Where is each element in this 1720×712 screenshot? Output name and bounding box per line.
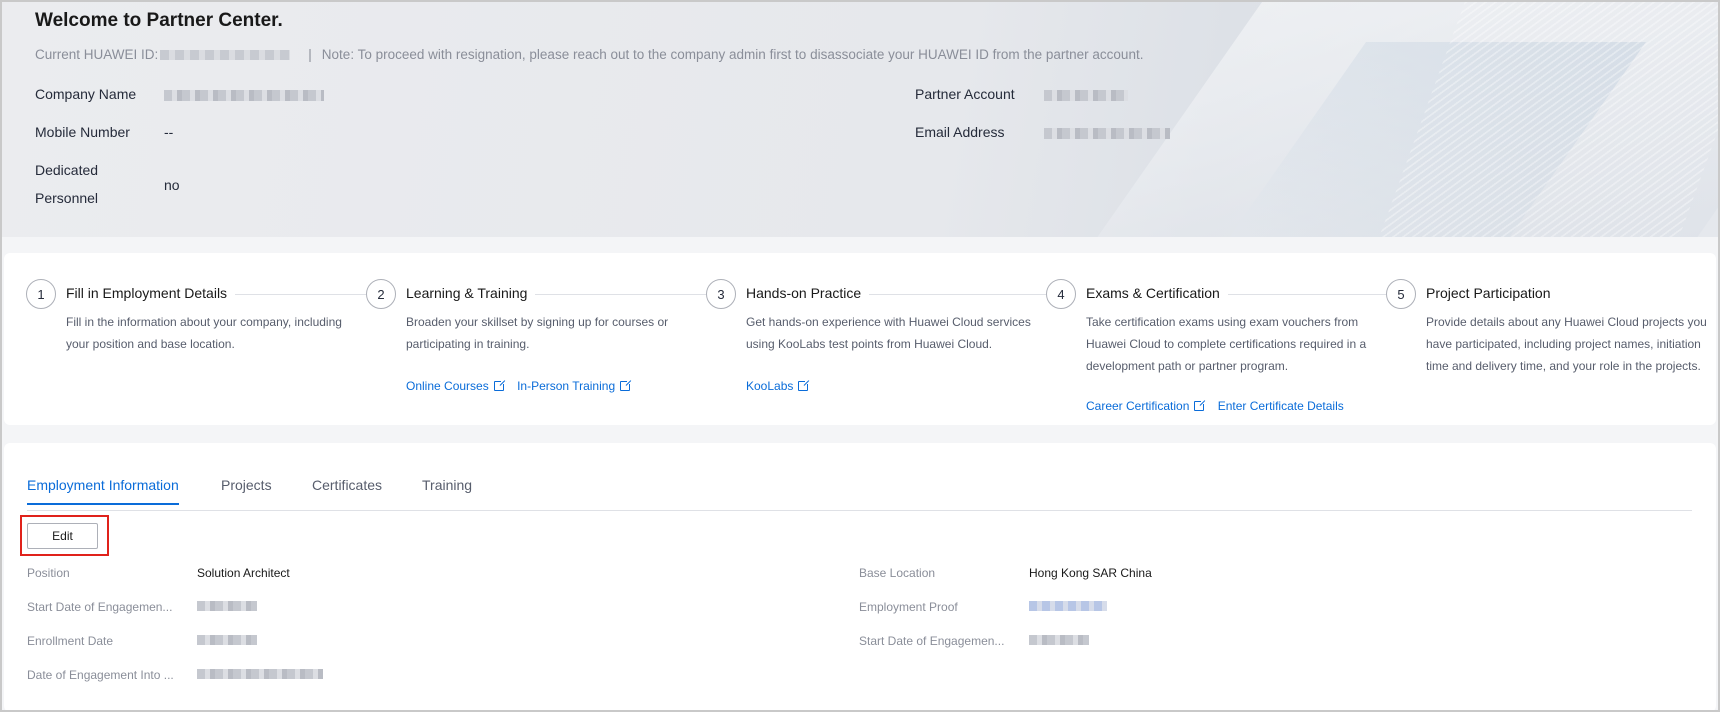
engagement-into-label: Date of Engagement Into ... <box>27 668 174 682</box>
dedicated-personnel-value: no <box>164 177 180 193</box>
huawei-id-line: Current HUAWEI ID: | Note: To proceed with… <box>35 47 1143 62</box>
online-courses-link[interactable]: Online Courses <box>406 379 506 393</box>
base-location-label: Base Location <box>859 566 936 580</box>
desc-line: Huawei Cloud to complete certifications … <box>1086 337 1367 351</box>
dedicated-personnel-label-line1: Dedicated <box>35 162 99 178</box>
company-name-label: Company Name <box>35 86 137 102</box>
external-link-icon <box>798 379 811 391</box>
step-title: Project Participation <box>1426 285 1559 301</box>
base-location-value: Hong Kong SAR China <box>1029 566 1152 580</box>
redacted-email-address <box>1044 128 1170 139</box>
desc-line: have participated, including project nam… <box>1426 337 1701 351</box>
step-number: 4 <box>1046 279 1076 309</box>
desc-line: participating in training. <box>406 337 530 351</box>
resignation-note: Note: To proceed with resignation, pleas… <box>321 47 1144 62</box>
koolabs-link[interactable]: KooLabs <box>746 379 811 393</box>
desc-line: time and delivery time, and your role in… <box>1426 359 1701 373</box>
start-date-label: Start Date of Engagemen... <box>27 600 173 614</box>
link-label: Online Courses <box>406 379 489 393</box>
mobile-number-label: Mobile Number <box>35 124 130 140</box>
external-link-icon <box>1194 399 1207 411</box>
step-number: 1 <box>26 279 56 309</box>
tab-training[interactable]: Training <box>422 477 472 503</box>
step-title: Fill in Employment Details <box>66 285 236 301</box>
desc-line: Broaden your skillset by signing up for … <box>406 315 669 329</box>
step-description: Broaden your skillset by signing up for … <box>406 311 668 355</box>
welcome-banner: Welcome to Partner Center. Current HUAWE… <box>2 2 1718 237</box>
external-link-icon <box>620 379 633 391</box>
employment-proof-label: Employment Proof <box>859 600 958 614</box>
step-number: 5 <box>1386 279 1416 309</box>
tab-projects[interactable]: Projects <box>221 477 272 503</box>
redacted-huawei-id <box>160 50 291 61</box>
mobile-number-value: -- <box>164 124 174 140</box>
position-label: Position <box>27 566 70 580</box>
enrollment-date-label: Enrollment Date <box>27 634 114 648</box>
link-label: Career Certification <box>1086 399 1190 413</box>
position-value: Solution Architect <box>197 566 290 580</box>
step-links: KooLabs <box>746 379 818 393</box>
employment-panel: Employment Information Projects Certific… <box>4 443 1716 710</box>
desc-line: Take certification exams using exam vouc… <box>1086 315 1359 329</box>
external-link-icon <box>493 379 506 391</box>
tab-employment-information[interactable]: Employment Information <box>27 477 179 505</box>
in-person-training-link[interactable]: In-Person Training <box>517 379 633 393</box>
step-description: Provide details about any Huawei Cloud p… <box>1426 311 1707 377</box>
desc-line: Get hands-on experience with Huawei Clou… <box>746 315 1031 329</box>
employment-proof-link[interactable] <box>1029 601 1107 611</box>
partner-account-label: Partner Account <box>915 86 1015 102</box>
tab-bar: Employment Information Projects Certific… <box>27 477 1692 511</box>
separator: | <box>308 47 312 62</box>
tab-certificates[interactable]: Certificates <box>312 477 382 503</box>
email-address-label: Email Address <box>915 124 1005 140</box>
redacted-start-date-right <box>1029 635 1089 645</box>
dedicated-personnel-label-line2: Personnel <box>35 190 99 206</box>
edit-button[interactable]: Edit <box>27 523 98 549</box>
link-label: KooLabs <box>746 379 794 393</box>
step-links: Career Certification Enter Certificate D… <box>1086 399 1354 413</box>
link-label: In-Person Training <box>517 379 616 393</box>
step-title: Exams & Certification <box>1086 285 1228 301</box>
step-number: 3 <box>706 279 736 309</box>
step-title: Learning & Training <box>406 285 536 301</box>
link-label: Enter Certificate Details <box>1217 399 1344 413</box>
redacted-company-name <box>164 90 324 101</box>
step-links: Online Courses In-Person Training <box>406 379 640 393</box>
desc-line: your position and base location. <box>66 337 235 351</box>
redacted-engagement-into <box>197 669 323 679</box>
redacted-enrollment-date <box>197 635 257 645</box>
enter-certificate-details-link[interactable]: Enter Certificate Details <box>1218 399 1344 413</box>
huawei-id-label: Current HUAWEI ID: <box>35 47 159 62</box>
page-title: Welcome to Partner Center. <box>35 10 283 31</box>
desc-line: Provide details about any Huawei Cloud p… <box>1426 315 1707 329</box>
step-description: Take certification exams using exam vouc… <box>1086 311 1366 377</box>
edit-highlight-box: Edit <box>20 515 109 556</box>
desc-line: Fill in the information about your compa… <box>66 315 342 329</box>
redacted-start-date <box>197 601 257 611</box>
partner-center-page: Welcome to Partner Center. Current HUAWE… <box>0 0 1720 712</box>
step-description: Get hands-on experience with Huawei Clou… <box>746 311 1031 355</box>
desc-line: development path or partner program. <box>1086 359 1289 373</box>
redacted-partner-account <box>1044 90 1128 101</box>
career-certification-link[interactable]: Career Certification <box>1086 399 1207 413</box>
step-title: Hands-on Practice <box>746 285 870 301</box>
start-date-right-label: Start Date of Engagemen... <box>859 634 1005 648</box>
desc-line: using KooLabs test points from Huawei Cl… <box>746 337 993 351</box>
onboarding-steps: 1 Fill in Employment Details Fill in the… <box>4 253 1716 425</box>
step-description: Fill in the information about your compa… <box>66 311 342 355</box>
step-number: 2 <box>366 279 396 309</box>
